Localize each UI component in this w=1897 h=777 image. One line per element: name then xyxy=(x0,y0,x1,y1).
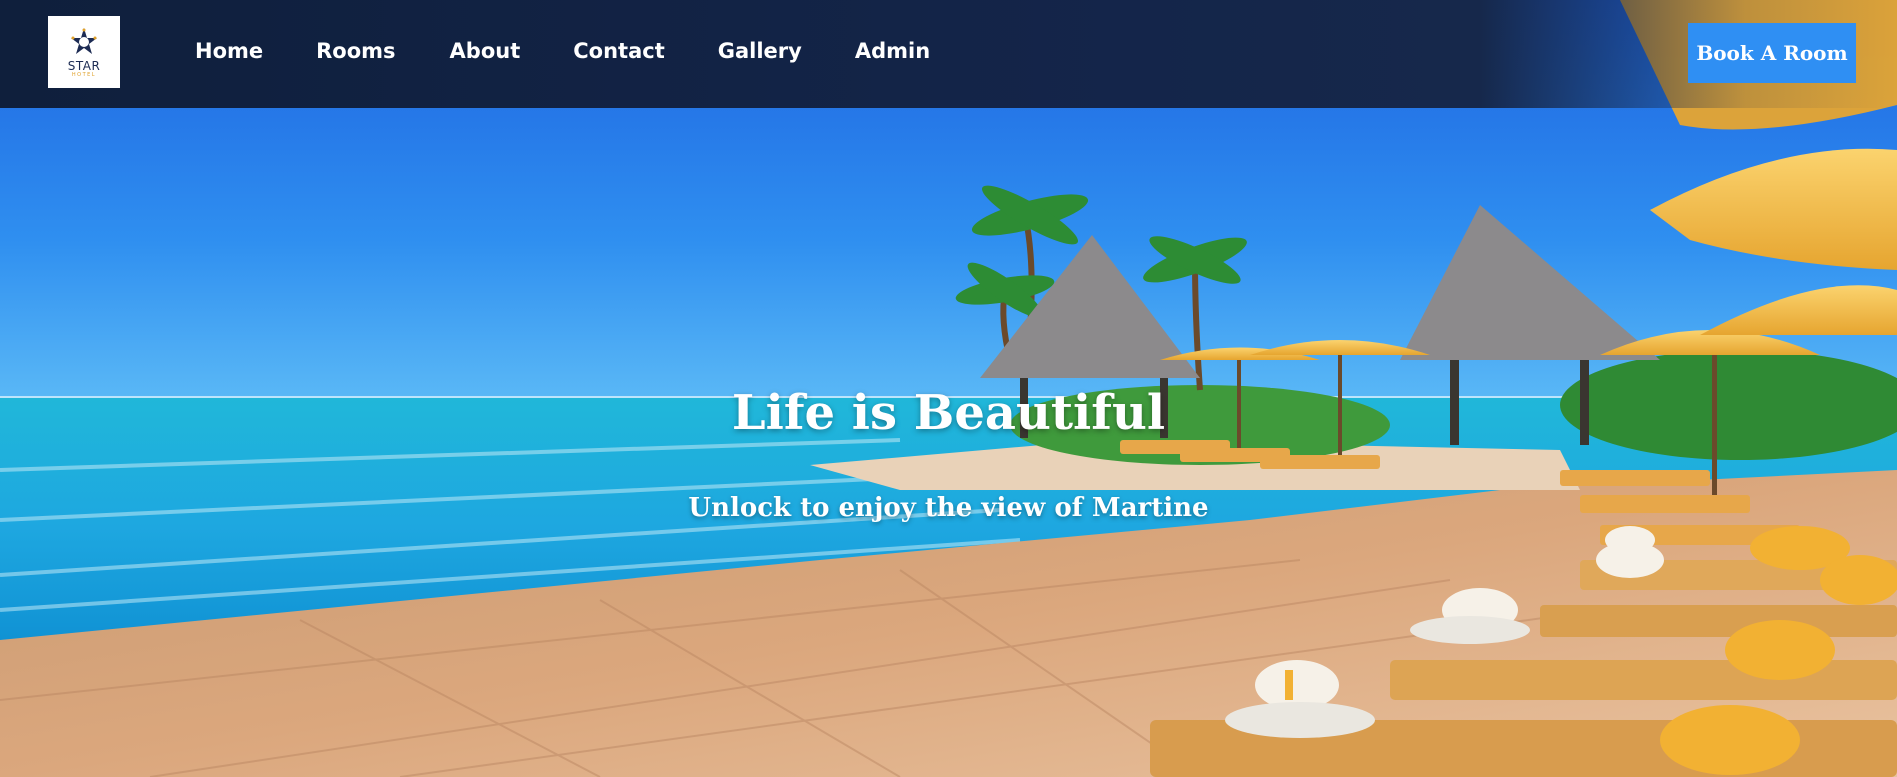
logo-subtext: HOTEL xyxy=(71,72,97,78)
book-a-room-button[interactable]: Book A Room xyxy=(1688,23,1856,83)
nav-link-about[interactable]: About xyxy=(450,38,521,64)
top-navbar: STAR HOTEL Home Rooms About Contact Gall… xyxy=(0,0,1897,108)
nav-link-admin[interactable]: Admin xyxy=(855,38,930,64)
nav-link-gallery[interactable]: Gallery xyxy=(718,38,802,64)
main-nav: Home Rooms About Contact Gallery Admin xyxy=(195,38,983,64)
nav-link-home[interactable]: Home xyxy=(195,38,263,64)
nav-link-rooms[interactable]: Rooms xyxy=(316,38,395,64)
hero-subtitle: Unlock to enjoy the view of Martine xyxy=(688,493,1209,523)
star-logo-icon xyxy=(71,28,97,54)
logo-wordmark: STAR xyxy=(67,59,101,73)
star-hotel-logo[interactable]: STAR HOTEL xyxy=(48,16,120,88)
nav-link-contact[interactable]: Contact xyxy=(573,38,665,64)
hero-title: Life is Beautiful xyxy=(731,385,1166,441)
